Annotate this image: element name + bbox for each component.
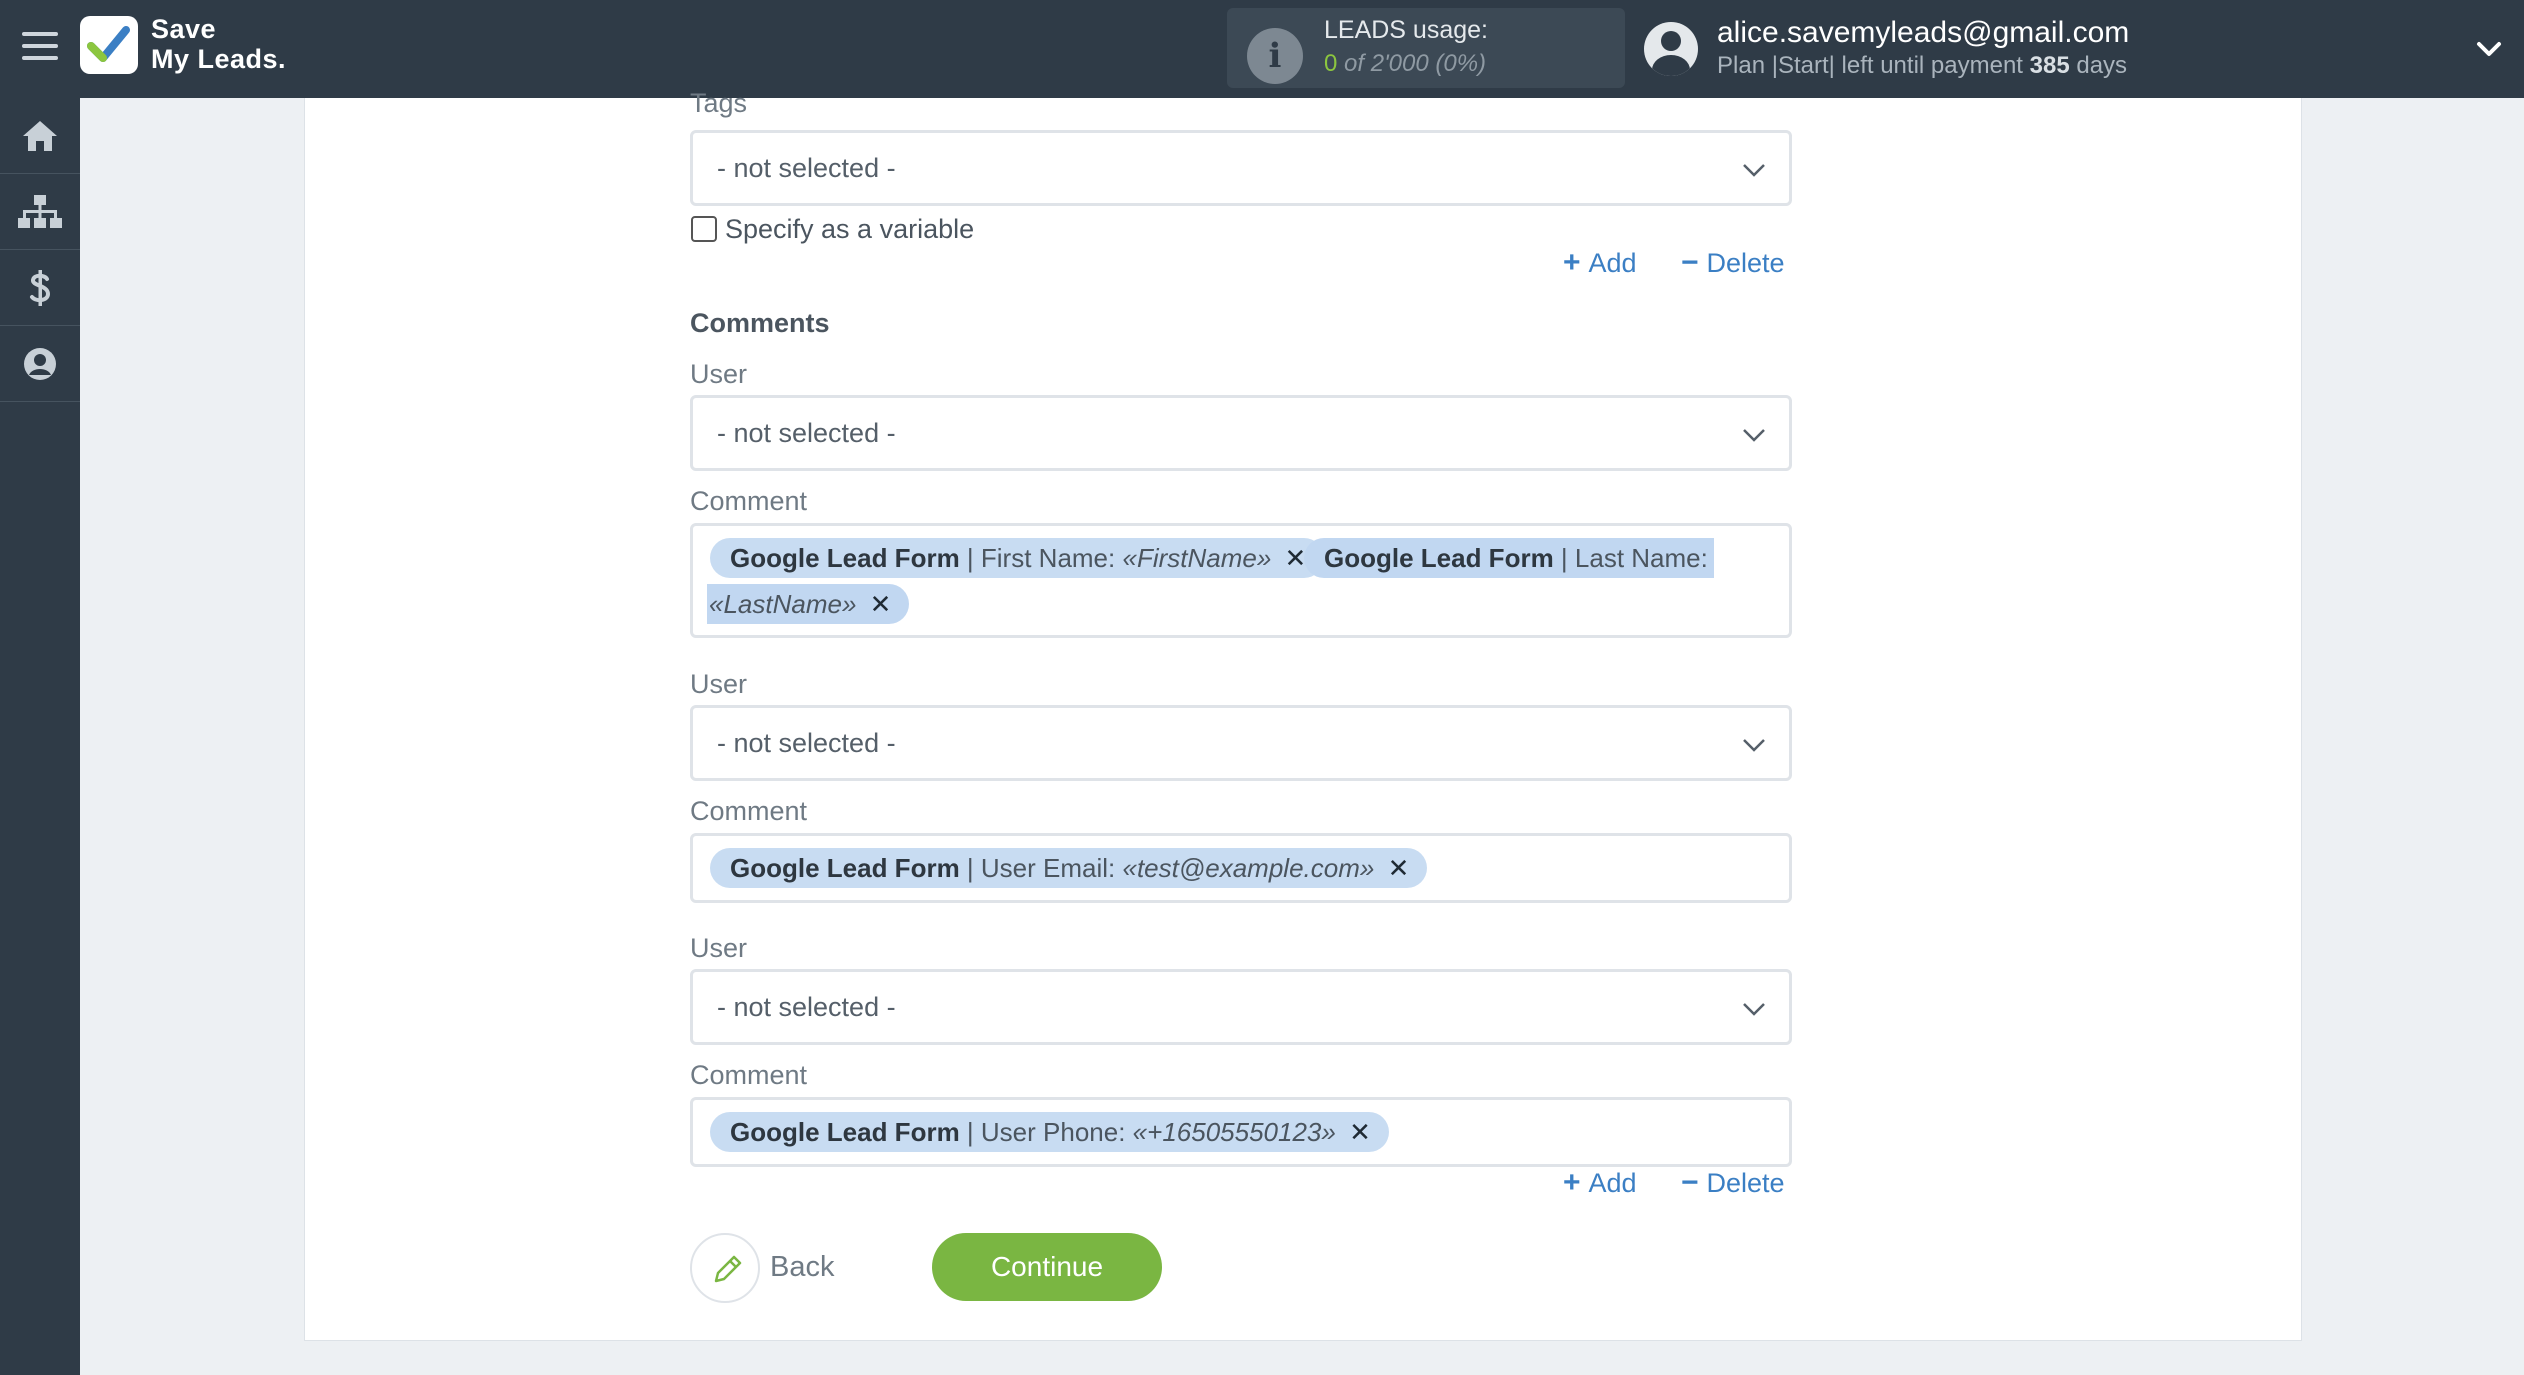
field-chip: Google Lead Form | User Phone: «+1650555… (710, 1112, 1389, 1152)
chip-value: «LastName» (709, 589, 857, 619)
remove-chip-icon[interactable]: ✕ (1349, 1117, 1371, 1147)
brand-name[interactable]: Save My Leads. (151, 14, 286, 74)
minus-icon: − (1681, 1166, 1699, 1199)
account-email[interactable]: alice.savemyleads@gmail.com (1717, 16, 2129, 50)
user-select-value: - not selected - (717, 418, 896, 448)
chip-value: «FirstName» (1122, 543, 1272, 573)
user-select-value: - not selected - (717, 728, 896, 758)
chevron-down-icon (1743, 1003, 1765, 1016)
chip-value: «test@example.com» (1122, 853, 1375, 883)
add-link-label: Add (1588, 248, 1637, 278)
days-left: 385 (2029, 52, 2070, 79)
usage-percent: (0%) (1435, 50, 1487, 77)
comment-label: Comment (690, 486, 808, 516)
plan-text: Plan |Start| left until payment (1717, 52, 2023, 79)
chevron-down-icon (1743, 739, 1765, 752)
sidebar-item-account[interactable] (0, 326, 80, 402)
checkmark-logo-icon (87, 26, 130, 62)
specify-variable-label[interactable]: Specify as a variable (725, 214, 974, 245)
comments-title: Comments (690, 308, 830, 338)
pencil-icon (714, 1255, 742, 1283)
top-bar: Save My Leads. i LEADS usage: 0 of 2'000… (0, 0, 2524, 98)
comment-field[interactable]: Google Lead Form | User Email: «test@exa… (690, 833, 1792, 903)
info-icon: i (1247, 28, 1303, 84)
user-select-value: - not selected - (717, 992, 896, 1022)
add-link-top[interactable]: + Add (1563, 246, 1637, 280)
comment-field[interactable]: Google Lead Form | First Name: «FirstNam… (690, 523, 1792, 638)
delete-link-label: Delete (1706, 1168, 1785, 1198)
plus-icon: + (1563, 1166, 1581, 1199)
tags-select-value: - not selected - (717, 153, 896, 183)
field-chip: Google Lead Form | User Email: «test@exa… (710, 848, 1428, 888)
continue-button[interactable]: Continue (932, 1233, 1162, 1301)
comment-field[interactable]: Google Lead Form | User Phone: «+1650555… (690, 1097, 1792, 1167)
chip-source: Google Lead Form (1324, 543, 1554, 573)
chip-field: | First Name: (966, 543, 1116, 573)
usage-current: 0 (1324, 50, 1338, 77)
brand-line-2: My Leads. (151, 44, 287, 74)
dollar-icon (30, 269, 51, 306)
comment-label: Comment (690, 796, 808, 826)
account-plan: Plan |Start| left until payment 385 days (1717, 52, 2127, 80)
delete-link-top[interactable]: − Delete (1681, 246, 1785, 280)
user-label: User (690, 359, 748, 389)
user-select[interactable]: - not selected - (690, 969, 1792, 1045)
tags-label: Tags (690, 88, 748, 118)
chip-value: «+16505550123» (1132, 1117, 1336, 1147)
sitemap-icon (18, 194, 62, 228)
usage-limit: of 2'000 (1344, 50, 1429, 77)
sidebar-item-connections[interactable] (0, 174, 80, 250)
chevron-down-icon (1743, 164, 1765, 177)
chip-field: | User Email: (966, 853, 1116, 883)
sidebar-item-billing[interactable] (0, 250, 80, 326)
chevron-down-icon (1743, 429, 1765, 442)
minus-icon: − (1681, 246, 1699, 279)
menu-icon[interactable] (22, 32, 58, 64)
user-select[interactable]: - not selected - (690, 705, 1792, 781)
chevron-down-icon[interactable] (2474, 34, 2504, 64)
user-select[interactable]: - not selected - (690, 395, 1792, 471)
home-icon (23, 120, 57, 151)
chip-source: Google Lead Form (730, 1117, 960, 1147)
settings-card: Tags - not selected - Specify as a varia… (304, 88, 2302, 1341)
remove-chip-icon[interactable]: ✕ (870, 589, 892, 619)
brand-line-1: Save (151, 14, 217, 44)
delete-link-bottom[interactable]: − Delete (1681, 1166, 1785, 1200)
back-label[interactable]: Back (770, 1251, 834, 1284)
chip-field: | Last Name: (1560, 543, 1708, 573)
usage-count: 0 of 2'000 (0%) (1324, 50, 1486, 78)
chip-source: Google Lead Form (730, 853, 960, 883)
field-chip-selected-wrap: «LastName» ✕ (707, 584, 910, 624)
tags-select[interactable]: - not selected - (690, 130, 1792, 206)
comment-label: Comment (690, 1060, 808, 1090)
field-chip: Google Lead Form | First Name: «FirstNam… (710, 538, 1325, 578)
plus-icon: + (1563, 246, 1581, 279)
user-icon (24, 347, 56, 380)
add-link-bottom[interactable]: + Add (1563, 1166, 1637, 1200)
usage-title: LEADS usage: (1324, 16, 1488, 44)
chip-field: | User Phone: (966, 1117, 1126, 1147)
sidebar-item-home[interactable] (0, 98, 80, 174)
logo[interactable] (80, 16, 138, 74)
field-chip-selected: Google Lead Form | Last Name: (1304, 538, 1714, 578)
user-label: User (690, 933, 748, 963)
sidebar (0, 98, 80, 1375)
leads-usage-panel: i LEADS usage: 0 of 2'000 (0%) (1227, 8, 1625, 88)
back-circle[interactable] (690, 1233, 760, 1303)
delete-link-label: Delete (1706, 248, 1785, 278)
chip-source: Google Lead Form (730, 543, 960, 573)
add-link-label: Add (1588, 1168, 1637, 1198)
days-suffix: days (2076, 52, 2128, 79)
user-label: User (690, 669, 748, 699)
remove-chip-icon[interactable]: ✕ (1388, 853, 1410, 883)
avatar[interactable] (1644, 22, 1698, 76)
specify-variable-checkbox[interactable] (691, 216, 717, 242)
